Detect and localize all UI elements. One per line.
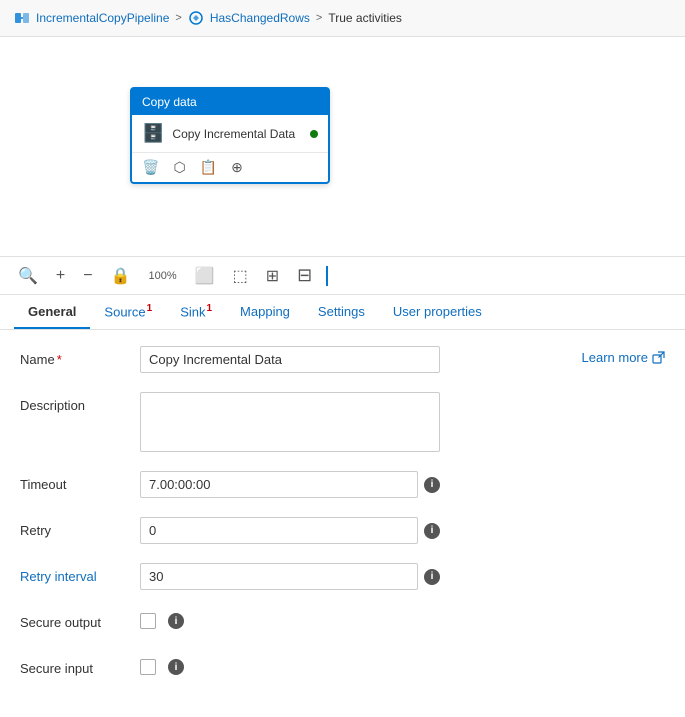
clone-icon[interactable]: 📋 bbox=[200, 159, 217, 176]
tab-general[interactable]: General bbox=[14, 296, 90, 329]
external-link-icon bbox=[652, 351, 665, 364]
name-label: Name* bbox=[20, 346, 140, 367]
description-control bbox=[140, 392, 440, 455]
retry-input[interactable] bbox=[140, 517, 418, 544]
secure-input-checkbox-group: i bbox=[140, 655, 440, 675]
copy-action-icon[interactable]: ⬡ bbox=[173, 159, 185, 176]
select-btn[interactable]: ⬚ bbox=[229, 264, 252, 288]
timeout-control: i bbox=[140, 471, 440, 498]
retry-interval-control: i bbox=[140, 563, 440, 590]
secure-output-checkbox-group: i bbox=[140, 609, 440, 629]
secure-output-checkbox[interactable] bbox=[140, 613, 156, 629]
status-dot bbox=[310, 130, 318, 138]
copy-icon: 🗄️ bbox=[142, 123, 164, 144]
tab-sink[interactable]: Sink1 bbox=[166, 295, 226, 329]
secure-output-control: i bbox=[140, 609, 440, 629]
zoom-level-btn[interactable]: 100% bbox=[145, 268, 181, 284]
grid-btn[interactable]: ⊟ bbox=[293, 263, 316, 288]
retry-interval-label: Retry interval bbox=[20, 563, 140, 584]
secure-output-info-icon[interactable]: i bbox=[168, 613, 184, 629]
timeout-label: Timeout bbox=[20, 471, 140, 492]
layout-btn[interactable]: ⊞ bbox=[262, 264, 283, 288]
description-label: Description bbox=[20, 392, 140, 413]
source-badge: 1 bbox=[147, 303, 153, 314]
card-header: Copy data bbox=[132, 89, 328, 115]
card-actions: 🗑️ ⬡ 📋 ⊕ bbox=[132, 153, 328, 182]
tabs-bar: General Source1 Sink1 Mapping Settings U… bbox=[0, 295, 685, 330]
properties-panel: Name* Learn more Description Timeout i bbox=[0, 330, 685, 717]
sink-badge: 1 bbox=[206, 303, 212, 314]
secure-input-control: i bbox=[140, 655, 440, 675]
retry-row: Retry i bbox=[20, 517, 665, 547]
breadcrumb: IncrementalCopyPipeline > HasChangedRows… bbox=[0, 0, 685, 37]
name-row: Name* Learn more bbox=[20, 346, 665, 376]
timeout-input-group: i bbox=[140, 471, 440, 498]
activity-card[interactable]: Copy data 🗄️ Copy Incremental Data 🗑️ ⬡ … bbox=[130, 87, 330, 184]
secure-input-label: Secure input bbox=[20, 655, 140, 676]
canvas-area: Copy data 🗄️ Copy Incremental Data 🗑️ ⬡ … bbox=[0, 37, 685, 257]
description-row: Description bbox=[20, 392, 665, 455]
secure-output-row: Secure output i bbox=[20, 609, 665, 639]
breadcrumb-section: True activities bbox=[328, 11, 402, 25]
retry-info-icon[interactable]: i bbox=[424, 523, 440, 539]
lock-btn[interactable]: 🔒 bbox=[107, 264, 135, 288]
description-input[interactable] bbox=[140, 392, 440, 452]
pipeline-icon bbox=[14, 10, 30, 26]
breadcrumb-pipeline[interactable]: IncrementalCopyPipeline bbox=[36, 11, 169, 25]
timeout-input[interactable] bbox=[140, 471, 418, 498]
retry-input-group: i bbox=[140, 517, 440, 544]
toolbar-active-indicator bbox=[326, 266, 328, 286]
secure-input-info-icon[interactable]: i bbox=[168, 659, 184, 675]
secure-input-checkbox[interactable] bbox=[140, 659, 156, 675]
retry-interval-input[interactable] bbox=[140, 563, 418, 590]
fit-btn[interactable]: ⬜ bbox=[191, 264, 219, 288]
activity-name: Copy Incremental Data bbox=[172, 127, 302, 141]
timeout-info-icon[interactable]: i bbox=[424, 477, 440, 493]
retry-control: i bbox=[140, 517, 440, 544]
tab-source[interactable]: Source1 bbox=[90, 295, 166, 329]
search-btn[interactable]: 🔍 bbox=[14, 264, 42, 288]
add-activity-icon[interactable]: ⊕ bbox=[231, 159, 243, 176]
required-star: * bbox=[57, 352, 62, 367]
name-control bbox=[140, 346, 440, 373]
name-input[interactable] bbox=[140, 346, 440, 373]
tab-user-properties[interactable]: User properties bbox=[379, 296, 496, 329]
retry-interval-input-group: i bbox=[140, 563, 440, 590]
breadcrumb-activity[interactable]: HasChangedRows bbox=[210, 11, 310, 25]
zoom-out-btn[interactable]: − bbox=[79, 265, 96, 287]
retry-interval-info-icon[interactable]: i bbox=[424, 569, 440, 585]
toolbar: 🔍 + − 🔒 100% ⬜ ⬚ ⊞ ⊟ bbox=[0, 257, 685, 295]
secure-input-row: Secure input i bbox=[20, 655, 665, 685]
secure-output-label: Secure output bbox=[20, 609, 140, 630]
tab-settings[interactable]: Settings bbox=[304, 296, 379, 329]
breadcrumb-sep-1: > bbox=[175, 12, 181, 24]
zoom-in-btn[interactable]: + bbox=[52, 265, 69, 287]
breadcrumb-sep-2: > bbox=[316, 12, 322, 24]
retry-label: Retry bbox=[20, 517, 140, 538]
tab-mapping[interactable]: Mapping bbox=[226, 296, 304, 329]
learn-more-link[interactable]: Learn more bbox=[582, 346, 665, 365]
timeout-row: Timeout i bbox=[20, 471, 665, 501]
card-body: 🗄️ Copy Incremental Data bbox=[132, 115, 328, 153]
retry-interval-row: Retry interval i bbox=[20, 563, 665, 593]
delete-icon[interactable]: 🗑️ bbox=[142, 159, 159, 176]
activity-icon bbox=[188, 10, 204, 26]
